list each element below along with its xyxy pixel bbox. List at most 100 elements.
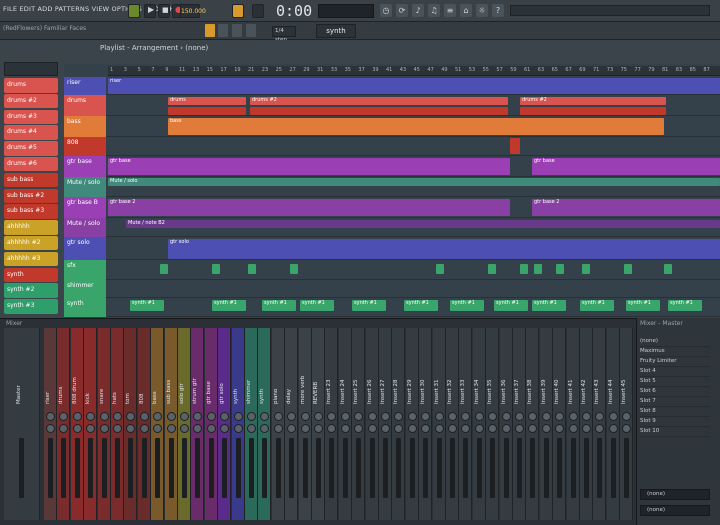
mixer-strip[interactable]: Insert 24: [338, 328, 352, 520]
mixer-strip[interactable]: Insert 29: [405, 328, 419, 520]
mixer-strip[interactable]: sub bass: [164, 328, 178, 520]
stereo-knob[interactable]: [434, 424, 444, 433]
volume-fader[interactable]: [88, 438, 94, 498]
pattern-clip[interactable]: [250, 107, 508, 115]
channel-item[interactable]: synth #2: [4, 283, 58, 298]
stereo-knob[interactable]: [394, 424, 404, 433]
pattern-clip[interactable]: synth #1: [494, 300, 528, 311]
mixer-strip[interactable]: delay: [285, 328, 299, 520]
mixer-strip[interactable]: synth: [258, 328, 272, 520]
pan-knob[interactable]: [595, 412, 605, 421]
pattern-clip[interactable]: [624, 264, 632, 274]
volume-fader[interactable]: [329, 438, 335, 498]
stereo-knob[interactable]: [86, 424, 96, 433]
mixer-strip[interactable]: Insert 45: [620, 328, 634, 520]
plugin-icon[interactable]: ☼: [476, 4, 488, 17]
pan-knob[interactable]: [220, 412, 230, 421]
pan-knob[interactable]: [421, 412, 431, 421]
volume-fader[interactable]: [289, 438, 295, 498]
pan-knob[interactable]: [287, 412, 297, 421]
pan-knob[interactable]: [327, 412, 337, 421]
mixer-strip[interactable]: 808 drum: [70, 328, 84, 520]
pattern-clip[interactable]: riser: [108, 78, 720, 94]
channel-item[interactable]: drums #5: [4, 141, 58, 156]
track-header[interactable]: 808: [64, 137, 106, 156]
pan-knob[interactable]: [515, 412, 524, 421]
track-header[interactable]: riser: [64, 77, 106, 95]
pan-knob[interactable]: [46, 412, 55, 421]
stereo-knob[interactable]: [166, 424, 176, 433]
pattern-clip[interactable]: [510, 138, 520, 154]
volume-fader[interactable]: [490, 438, 496, 498]
volume-fader[interactable]: [235, 438, 241, 498]
mixer-strip[interactable]: Insert 42: [580, 328, 593, 520]
pat-song-toggle[interactable]: [128, 4, 140, 18]
pattern-clip[interactable]: synth #1: [450, 300, 484, 311]
timeline-ruler[interactable]: 1 3 5 7 9 11 13 15 17 19 21 23 25 27 29 31 33 35 37 39 41 43 4…: [108, 66, 720, 76]
pattern-clip[interactable]: gtr base 2: [532, 199, 720, 216]
volume-fader[interactable]: [208, 438, 214, 498]
stereo-knob[interactable]: [59, 424, 69, 433]
mixer-strip[interactable]: kick: [84, 328, 98, 520]
mixer-strip[interactable]: Insert 31: [432, 328, 446, 520]
stereo-knob[interactable]: [260, 424, 270, 433]
pattern-clip[interactable]: bass: [168, 118, 664, 135]
channel-item[interactable]: sub bass #3: [4, 204, 58, 219]
pan-knob[interactable]: [314, 412, 323, 421]
stereo-knob[interactable]: [72, 424, 82, 433]
volume-fader[interactable]: [61, 438, 67, 498]
stereo-knob[interactable]: [555, 424, 565, 433]
volume-fader[interactable]: [396, 438, 402, 498]
pattern-clip[interactable]: drums #2: [520, 97, 666, 105]
mixer-strip[interactable]: riser: [44, 328, 57, 520]
effect-slot[interactable]: Maximus: [640, 348, 710, 357]
mixer-strip[interactable]: REVERB: [312, 328, 325, 520]
mixer-strip[interactable]: strum gtr: [191, 328, 205, 520]
mixer-strip[interactable]: 808: [137, 328, 151, 520]
pattern-clip[interactable]: [520, 107, 666, 115]
mixer-strip[interactable]: hats: [111, 328, 124, 520]
volume-fader[interactable]: [383, 438, 388, 498]
stereo-knob[interactable]: [568, 424, 578, 433]
mixer-strip[interactable]: Insert 39: [539, 328, 553, 520]
volume-fader[interactable]: [530, 438, 536, 498]
stereo-knob[interactable]: [46, 424, 55, 433]
track-row[interactable]: [64, 137, 720, 156]
track-header[interactable]: gtr base B: [64, 197, 106, 218]
mic-icon[interactable]: ♪: [412, 4, 424, 17]
stereo-knob[interactable]: [99, 424, 109, 433]
mixer-strip[interactable]: shimmer: [245, 328, 258, 520]
pattern-clip[interactable]: synth #1: [130, 300, 164, 311]
volume-fader[interactable]: [128, 438, 134, 498]
stereo-knob[interactable]: [381, 424, 390, 433]
pan-knob[interactable]: [448, 412, 457, 421]
pattern-clip[interactable]: gtr base 2: [108, 199, 510, 216]
volume-fader[interactable]: [503, 438, 509, 498]
track-row[interactable]: [64, 280, 720, 298]
pattern-clip[interactable]: [520, 264, 528, 274]
track-header[interactable]: bass: [64, 116, 106, 137]
effect-slot[interactable]: Slot 6: [640, 388, 710, 397]
mixer-strip[interactable]: Insert 25: [352, 328, 366, 520]
pattern-clip[interactable]: synth #1: [262, 300, 296, 311]
piano-icon[interactable]: ♫: [428, 4, 440, 17]
pan-knob[interactable]: [461, 412, 471, 421]
track-header[interactable]: shimmer: [64, 280, 106, 298]
mixer-strip[interactable]: Insert 43: [593, 328, 607, 520]
stereo-knob[interactable]: [340, 424, 350, 433]
stereo-knob[interactable]: [528, 424, 538, 433]
tempo-display[interactable]: 150.000: [180, 4, 206, 18]
stereo-knob[interactable]: [461, 424, 471, 433]
stereo-knob[interactable]: [448, 424, 457, 433]
pattern-clip[interactable]: [290, 264, 298, 274]
stereo-knob[interactable]: [233, 424, 243, 433]
volume-fader[interactable]: [155, 438, 161, 498]
metronome-button[interactable]: [232, 4, 244, 18]
volume-fader[interactable]: [517, 438, 522, 498]
volume-fader[interactable]: [463, 438, 469, 498]
stereo-knob[interactable]: [354, 424, 364, 433]
pattern-clip[interactable]: [582, 264, 590, 274]
volume-fader[interactable]: [436, 438, 442, 498]
mixer-strip[interactable]: Insert 23: [325, 328, 339, 520]
delete-tool-icon[interactable]: [232, 24, 242, 37]
